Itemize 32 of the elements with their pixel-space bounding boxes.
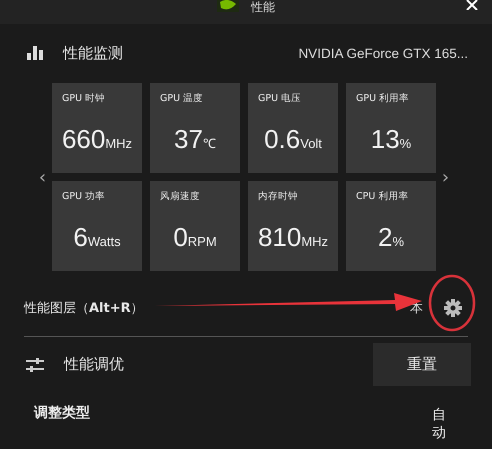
tile-label: GPU 温度 [160,92,204,105]
tile-value: 13% [370,124,412,155]
tile-value: 2% [378,222,404,253]
tile-label: GPU 时钟 [62,92,106,105]
section-title: 性能监测 [63,44,123,62]
sliders-icon [26,358,44,372]
window-title: 性能 [251,0,275,14]
settings-icon[interactable] [444,299,462,317]
section-title: 性能调优 [64,355,124,374]
reset-button[interactable]: 重置 [373,343,471,386]
tile-value: 0.6Volt [264,124,322,155]
eye-logo-icon [217,0,239,12]
overlay-label: 性能图层（Alt+R） [24,300,144,317]
tuning-type-label: 调整类型 [34,404,90,422]
tile-label: GPU 电压 [258,92,302,105]
tile-value: 37℃ [174,124,216,155]
next-arrow[interactable]: › [436,166,455,188]
tile-label: 内存时钟 [258,190,298,203]
tile-value: 0RPM [173,222,217,253]
tuning-type-value[interactable]: 自动 [432,406,446,442]
tile-label: 风扇速度 [160,190,200,203]
tile-label: GPU 利用率 [356,92,410,105]
gpu-name: NVIDIA GeForce GTX 165... [298,46,468,60]
tile-value: 6Watts [73,222,121,253]
previous-arrow[interactable]: ‹ [33,166,52,188]
tile-value: 810MHz [258,222,328,253]
tile-label: CPU 利用率 [356,190,408,203]
bar-chart-icon [27,46,43,60]
close-button[interactable] [466,0,478,10]
annotation-circle [428,274,476,332]
tile-value: 660MHz [62,124,132,155]
tile-label: GPU 功率 [62,190,106,203]
